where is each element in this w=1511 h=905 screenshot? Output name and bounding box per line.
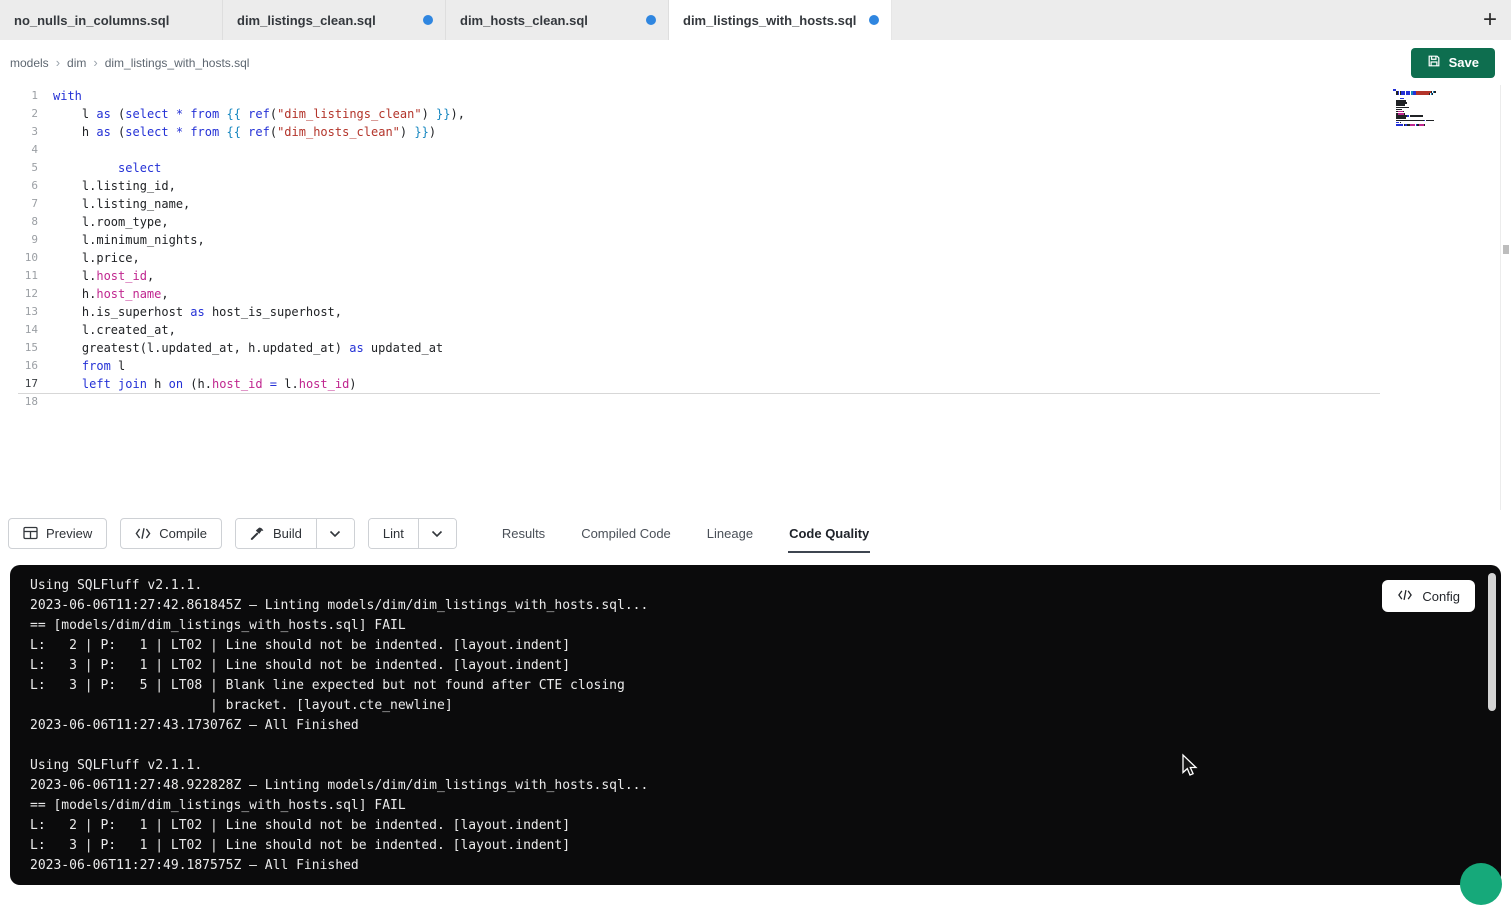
unsaved-changes-dot-icon [869,15,879,25]
lint-button-label: Lint [383,526,404,541]
code-line-18 [53,393,465,411]
editor-scrollbar-thumb[interactable] [1503,245,1509,254]
save-button[interactable]: Save [1411,48,1495,78]
code-line-3: h as (select * from {{ ref("dim_hosts_cl… [53,123,465,141]
compile-code-icon [135,527,151,540]
tab-dim-listings-with-hosts[interactable]: dim_listings_with_hosts.sql [669,0,892,40]
code-line-8: l.room_type, [53,213,465,231]
breadcrumb-separator-icon [93,55,97,70]
panel-tab-results[interactable]: Results [501,510,546,556]
terminal-scrollbar-thumb[interactable] [1488,573,1496,711]
breadcrumb-separator-icon [56,55,60,70]
preview-table-icon [23,526,38,540]
tab-dim-listings-clean[interactable]: dim_listings_clean.sql [223,0,446,40]
terminal-panel: Using SQLFluff v2.1.1. 2023-06-06T11:27:… [10,565,1501,885]
lint-split-button: Lint [368,518,457,549]
code-line-9: l.minimum_nights, [53,231,465,249]
build-button-label: Build [273,526,302,541]
code-line-14: l.created_at, [53,321,465,339]
action-buttons: Preview Compile Build [8,510,457,556]
preview-button-label: Preview [46,526,92,541]
code-line-6: l.listing_id, [53,177,465,195]
build-button[interactable]: Build [236,519,316,548]
tab-label: dim_hosts_clean.sql [460,13,588,28]
breadcrumb: models dim dim_listings_with_hosts.sql [10,55,249,70]
config-button[interactable]: Config [1382,580,1475,612]
build-hammer-icon [250,526,265,541]
compile-button-label: Compile [159,526,207,541]
save-button-label: Save [1449,55,1479,70]
breadcrumb-item-models: models [10,56,49,70]
code-line-12: h.host_name, [53,285,465,303]
terminal-output: Using SQLFluff v2.1.1. 2023-06-06T11:27:… [10,565,1501,885]
editor-minimap[interactable] [1393,89,1449,128]
editor-scrollbar[interactable] [1500,85,1511,510]
preview-button[interactable]: Preview [8,518,107,549]
panel-tab-lineage[interactable]: Lineage [706,510,754,556]
breadcrumb-item-file: dim_listings_with_hosts.sql [105,56,250,70]
code-line-2: l as (select * from {{ ref("dim_listings… [53,105,465,123]
unsaved-changes-dot-icon [646,15,656,25]
compile-button[interactable]: Compile [120,518,222,549]
code-line-11: l.host_id, [53,267,465,285]
chat-bubble-button[interactable] [1460,863,1502,905]
config-button-label: Config [1422,589,1460,604]
new-tab-button[interactable]: + [1469,8,1511,32]
lint-button[interactable]: Lint [369,519,418,548]
save-floppy-icon [1427,54,1441,71]
editor-gutter: 123456789101112131415161718 [0,87,38,510]
code-line-15: greatest(l.updated_at, h.updated_at) as … [53,339,465,357]
breadcrumb-bar: models dim dim_listings_with_hosts.sql S… [0,40,1511,85]
tab-label: dim_listings_with_hosts.sql [683,13,856,28]
code-line-7: l.listing_name, [53,195,465,213]
code-line-16: from l [53,357,465,375]
tab-label: dim_listings_clean.sql [237,13,376,28]
unsaved-changes-dot-icon [423,15,433,25]
file-tab-bar: no_nulls_in_columns.sql dim_listings_cle… [0,0,1511,40]
code-line-5: select [53,159,465,177]
panel-tabs: Results Compiled Code Lineage Code Quali… [501,510,870,556]
tab-label: no_nulls_in_columns.sql [14,13,169,28]
code-line-10: l.price, [53,249,465,267]
action-toolbar: Preview Compile Build [0,510,1511,556]
panel-tab-compiled-code[interactable]: Compiled Code [580,510,672,556]
editor-code[interactable]: with l as (select * from {{ ref("dim_lis… [53,87,465,510]
code-line-13: h.is_superhost as host_is_superhost, [53,303,465,321]
code-line-1: with [53,87,465,105]
code-line-4 [53,141,465,159]
code-line-17: left join h on (h.host_id = l.host_id) [53,375,465,393]
tab-no-nulls-in-columns[interactable]: no_nulls_in_columns.sql [0,0,223,40]
build-dropdown-button[interactable] [316,519,354,548]
build-split-button: Build [235,518,355,549]
config-code-icon [1397,589,1413,604]
code-editor[interactable]: 123456789101112131415161718 with l as (s… [0,85,1511,510]
breadcrumb-item-dim: dim [67,56,86,70]
chevron-down-icon [431,526,443,541]
chevron-down-icon [329,526,341,541]
lint-dropdown-button[interactable] [418,519,456,548]
panel-tab-code-quality[interactable]: Code Quality [788,510,870,556]
tab-dim-hosts-clean[interactable]: dim_hosts_clean.sql [446,0,669,40]
